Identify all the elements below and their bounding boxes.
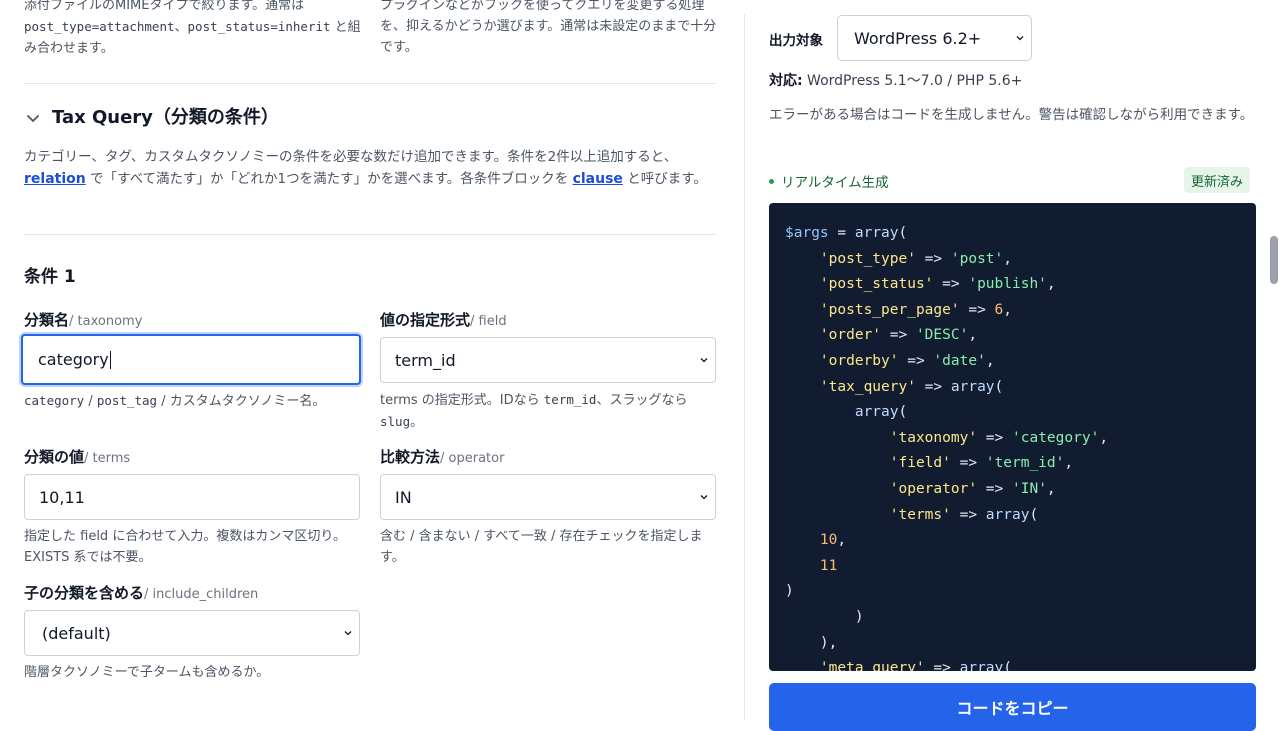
include-children-help: 階層タクソノミーで子タームも含めるか。 [24, 665, 270, 680]
chevron-down-icon [1016, 36, 1024, 41]
operator-help: 含む / 含まない / すべて一致 / 存在チェックを指定します。 [380, 529, 703, 565]
chevron-down-icon [700, 358, 708, 363]
form-column: 添付ファイルのMIMEタイプで絞ります。通常は post_type=attach… [0, 0, 744, 720]
copy-code-button[interactable]: コードをコピー [769, 683, 1256, 731]
suppress-filters-help: プラグインなどがフックを使ってクエリを変更する処理を、抑えるかどうか選びます。通… [380, 0, 717, 55]
taxonomy-label: 分類名/ taxonomy [24, 311, 143, 329]
divider [24, 83, 716, 84]
condition-title: 条件 1 [24, 267, 76, 287]
output-panel: 出力対象 WordPress 6.2+ 対応: WordPress 5.1〜7.… [745, 0, 1280, 731]
clause-link[interactable]: clause [573, 171, 623, 187]
status-badge: 更新済み [1184, 167, 1251, 193]
taxonomy-help: category / post_tag / カスタムタクソノミー名。 [24, 393, 326, 409]
code-block: $args = array( 'post_type' => 'post', 'p… [785, 225, 1109, 671]
output-target-label: 出力対象 [769, 33, 823, 49]
operator-select[interactable]: IN [380, 474, 716, 520]
output-target-select[interactable]: WordPress 6.2+ [837, 15, 1032, 61]
include-children-select[interactable]: (default) [24, 610, 360, 656]
operator-label: 比較方法/ operator [380, 448, 505, 466]
field-help: terms の指定形式。IDなら term_id、スラッグなら slug。 [380, 392, 688, 430]
chevron-down-icon [344, 631, 352, 636]
warning-text: エラーがある場合はコードを生成しません。警告は確認しながら利用できます。 [769, 107, 1254, 123]
terms-input[interactable]: 10,11 [24, 474, 360, 520]
section-title: Tax Query（分類の条件） [52, 107, 279, 128]
compatibility-text: 対応: WordPress 5.1〜7.0 / PHP 5.6+ [769, 73, 1023, 89]
section-description: カテゴリー、タグ、カスタムタクソノミーの条件を必要な数だけ追加できます。条件を2… [24, 146, 718, 190]
desc-text: カテゴリー、タグ、カスタムタクソノミーの条件を必要な数だけ追加できます。条件を2… [24, 149, 678, 165]
code-output[interactable]: $args = array( 'post_type' => 'post', 'p… [769, 203, 1256, 671]
scrollbar-thumb[interactable] [1270, 236, 1278, 284]
desc-text: で「すべて満たす」か「どれか1つを満たす」かを選べます。各条件ブロックを [85, 171, 573, 187]
chevron-down-icon [700, 495, 708, 500]
terms-help: 指定した field に合わせて入力。複数はカンマ区切り。EXISTS 系では不… [24, 529, 347, 565]
relation-link[interactable]: relation [24, 171, 86, 187]
field-select[interactable]: term_id [380, 337, 716, 383]
terms-label: 分類の値/ terms [24, 448, 131, 466]
field-label: 値の指定形式/ field [380, 311, 507, 329]
divider [24, 234, 716, 235]
include-children-label: 子の分類を含める/ include_children [24, 584, 259, 602]
desc-text: と呼びます。 [622, 171, 707, 187]
taxonomy-input[interactable]: category [21, 334, 361, 385]
realtime-indicator: リアルタイム生成 [769, 171, 889, 191]
status-dot-icon [769, 178, 774, 184]
post-mime-type-help: 添付ファイルのMIMEタイプで絞ります。通常は post_type=attach… [24, 0, 361, 56]
chevron-down-icon [27, 115, 39, 122]
tax-query-toggle[interactable]: Tax Query（分類の条件） [24, 103, 279, 129]
